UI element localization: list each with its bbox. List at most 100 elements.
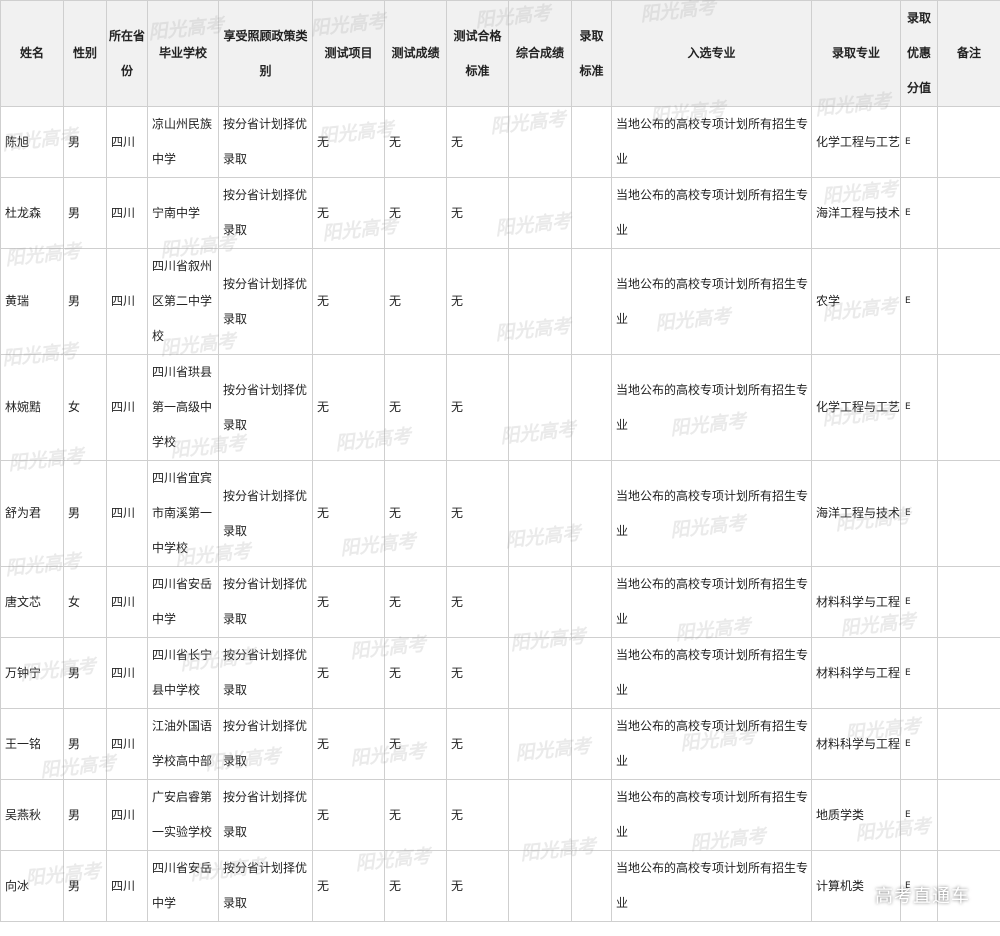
table-cell: 无	[446, 177, 509, 249]
table-cell: 按分省计划择优录取	[218, 354, 313, 461]
table-cell: 按分省计划择优录取	[218, 460, 313, 567]
table-cell: E	[900, 354, 938, 461]
column-header: 录取优惠分值	[900, 0, 938, 107]
table-cell: 四川省珙县第一高级中学校	[147, 354, 219, 461]
table-cell	[508, 779, 572, 851]
table-cell: 当地公布的高校专项计划所有招生专业	[611, 460, 812, 567]
table-cell: 四川	[106, 460, 148, 567]
table-cell: 王一铭	[0, 708, 64, 780]
table-cell: 海洋工程与技术	[811, 460, 901, 567]
table-cell: 向冰	[0, 850, 64, 922]
table-row: 林婉黠女四川 四川省珙县第一高级中学校 按分省计划择优录取无无无当地公布的高校专项计…	[0, 354, 1000, 461]
table-cell: 当地公布的高校专项计划所有招生专业	[611, 177, 812, 249]
table-cell: 无	[384, 106, 447, 178]
table-cell: 四川省叙州区第二中学校	[147, 248, 219, 355]
table-cell: 当地公布的高校专项计划所有招生专业	[611, 566, 812, 638]
table-cell: 黄瑞	[0, 248, 64, 355]
table-cell: 无	[446, 566, 509, 638]
brand-watermark: 高考直通车	[875, 886, 970, 907]
table-cell	[937, 106, 1000, 178]
table-cell	[571, 460, 612, 567]
table-cell: 无	[384, 708, 447, 780]
header-row: 姓名 性别 所在省份 毕业学校 享受照顾政策类别 测试项目 测试成绩 测试合格标准 综合成绩 录取…	[0, 0, 1000, 107]
table-cell	[571, 566, 612, 638]
column-header: 享受照顾政策类别	[218, 0, 313, 107]
table-cell: E	[900, 460, 938, 567]
table-cell: 无	[312, 177, 385, 249]
column-header: 录取标准	[571, 0, 612, 107]
column-header: 测试成绩	[384, 0, 447, 107]
table-cell: 无	[446, 708, 509, 780]
column-header: 综合成绩	[508, 0, 572, 107]
table-cell: 当地公布的高校专项计划所有招生专业	[611, 354, 812, 461]
table-row: 唐文芯女四川 四川省安岳中学 按分省计划择优录取无无无当地公布的高校专项计划所有招生…	[0, 566, 1000, 638]
table-cell: 海洋工程与技术	[811, 177, 901, 249]
table-cell: 万钟宁	[0, 637, 64, 709]
table-cell: 杜龙森	[0, 177, 64, 249]
table-cell: E	[900, 708, 938, 780]
table-cell: 按分省计划择优录取	[218, 566, 313, 638]
table-cell: 无	[446, 779, 509, 851]
table-cell	[508, 177, 572, 249]
table-row: 向冰男四川 四川省安岳中学 按分省计划择优录取无无无当地公布的高校专项计划所有招生专…	[0, 850, 1000, 922]
table-cell: 广安启睿第一实验学校	[147, 779, 219, 851]
table-cell	[937, 177, 1000, 249]
table-cell: 四川	[106, 708, 148, 780]
table-cell	[508, 566, 572, 638]
table-cell: E	[900, 106, 938, 178]
table-cell: 无	[312, 566, 385, 638]
table-cell: 陈旭	[0, 106, 64, 178]
table-cell: 男	[63, 637, 107, 709]
table-cell	[937, 460, 1000, 567]
table-cell: 按分省计划择优录取	[218, 637, 313, 709]
table-cell	[937, 566, 1000, 638]
table-cell: 无	[384, 850, 447, 922]
table-cell	[571, 708, 612, 780]
table-cell	[508, 850, 572, 922]
table-cell: 无	[446, 106, 509, 178]
table-cell	[508, 354, 572, 461]
table-cell: 女	[63, 354, 107, 461]
table-cell	[937, 708, 1000, 780]
table-cell: 四川	[106, 637, 148, 709]
table-cell: 四川	[106, 354, 148, 461]
table-cell: E	[900, 566, 938, 638]
table-cell	[937, 779, 1000, 851]
table-cell: 男	[63, 779, 107, 851]
table-cell: 无	[312, 708, 385, 780]
column-header: 入选专业	[611, 0, 812, 107]
table-cell: 无	[384, 637, 447, 709]
table-cell: 无	[384, 248, 447, 355]
table-cell: 无	[384, 460, 447, 567]
table-row: 陈旭男四川 凉山州民族中学 按分省计划择优录取无无无当地公布的高校专项计划所有招生专…	[0, 106, 1000, 178]
table-body: 陈旭男四川 凉山州民族中学 按分省计划择优录取无无无当地公布的高校专项计划所有招生专…	[0, 106, 1000, 922]
table-cell: 无	[312, 637, 385, 709]
table-cell: 四川	[106, 248, 148, 355]
table-cell: 男	[63, 177, 107, 249]
table-cell: 按分省计划择优录取	[218, 708, 313, 780]
table-cell: 农学	[811, 248, 901, 355]
column-header: 所在省份	[106, 0, 148, 107]
table-cell	[937, 354, 1000, 461]
table-cell: 四川省宜宾市南溪第一中学校	[147, 460, 219, 567]
table-cell: 按分省计划择优录取	[218, 177, 313, 249]
table-cell	[937, 637, 1000, 709]
table-cell: E	[900, 779, 938, 851]
table-cell: 宁南中学	[147, 177, 219, 249]
table-cell: 按分省计划择优录取	[218, 850, 313, 922]
table-cell	[571, 354, 612, 461]
table-cell: 当地公布的高校专项计划所有招生专业	[611, 248, 812, 355]
table-cell: 无	[446, 460, 509, 567]
table-row: 万钟宁男四川 四川省长宁县中学校 按分省计划择优录取无无无当地公布的高校专项计划所有…	[0, 637, 1000, 709]
table-cell: 无	[312, 850, 385, 922]
table-row: 舒为君男四川 四川省宜宾市南溪第一中学校 按分省计划择优录取无无无当地公布的高校专项…	[0, 460, 1000, 567]
table-cell: 四川省长宁县中学校	[147, 637, 219, 709]
table-cell: 无	[384, 566, 447, 638]
column-header: 测试项目	[312, 0, 385, 107]
table-cell: 无	[312, 354, 385, 461]
table-cell: 四川	[106, 177, 148, 249]
table-cell: 吴燕秋	[0, 779, 64, 851]
table-cell: 江油外国语学校高中部	[147, 708, 219, 780]
table-cell: 按分省计划择优录取	[218, 106, 313, 178]
table-cell: 当地公布的高校专项计划所有招生专业	[611, 779, 812, 851]
